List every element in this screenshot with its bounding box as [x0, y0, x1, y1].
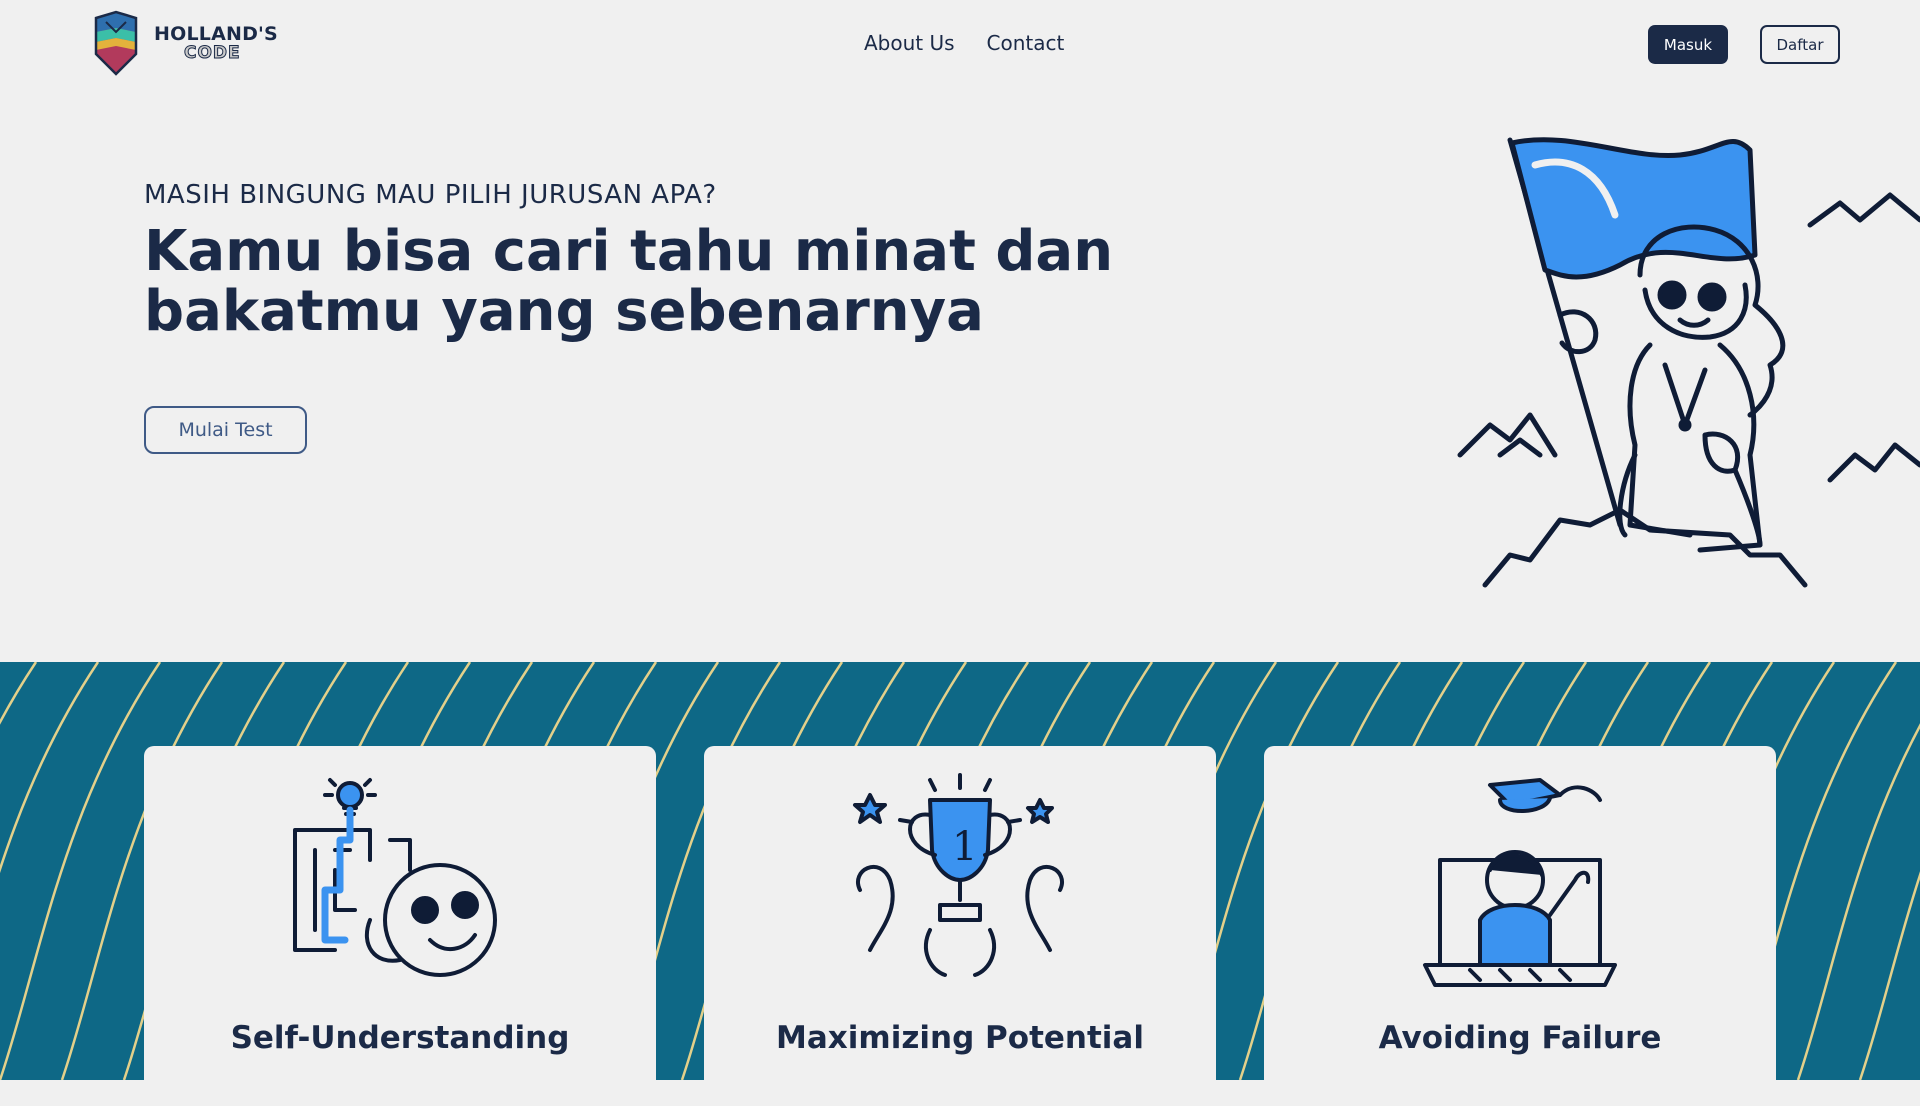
- start-test-button[interactable]: Mulai Test: [144, 406, 307, 454]
- trophy-icon: 1: [853, 773, 1064, 977]
- wave-line: [0, 662, 100, 874]
- feature-title: Avoiding Failure: [1378, 1020, 1662, 1056]
- nav-link-about-us[interactable]: About Us: [864, 31, 955, 55]
- login-button[interactable]: Masuk: [1648, 25, 1728, 64]
- nav-links: About Us Contact: [864, 31, 1064, 55]
- brand-name-line2: CODE: [184, 42, 241, 63]
- feature-card-maximizing-potential: 1 Maximizing Potential: [704, 746, 1216, 1106]
- hero-title: Kamu bisa cari tahu minat dan bakatmu ya…: [144, 219, 1114, 344]
- feature-card-self-understanding: Self-Understanding: [144, 746, 656, 1106]
- brand-logo[interactable]: HOLLAND'S CODE: [92, 10, 278, 76]
- feature-card-avoiding-failure: Avoiding Failure: [1264, 746, 1776, 1106]
- maze-lightbulb-icon: [293, 778, 497, 977]
- shield-logo-icon: [94, 10, 138, 76]
- girl-with-flag-illustration: [1457, 137, 1920, 588]
- brand-name-line1: HOLLAND'S: [154, 22, 278, 45]
- feature-title: Self-Understanding: [230, 1020, 570, 1056]
- wave-line: [1858, 871, 1920, 1080]
- nav-link-contact[interactable]: Contact: [987, 31, 1065, 55]
- graduation-laptop-icon: [1423, 778, 1617, 987]
- feature-title: Maximizing Potential: [776, 1020, 1144, 1056]
- register-button[interactable]: Daftar: [1760, 25, 1840, 64]
- navbar: HOLLAND'S CODE About Us Contact Masuk Da…: [0, 0, 1920, 90]
- hero-eyebrow: MASIH BINGUNG MAU PILIH JURUSAN APA?: [144, 180, 717, 210]
- svg-text:1: 1: [952, 824, 977, 870]
